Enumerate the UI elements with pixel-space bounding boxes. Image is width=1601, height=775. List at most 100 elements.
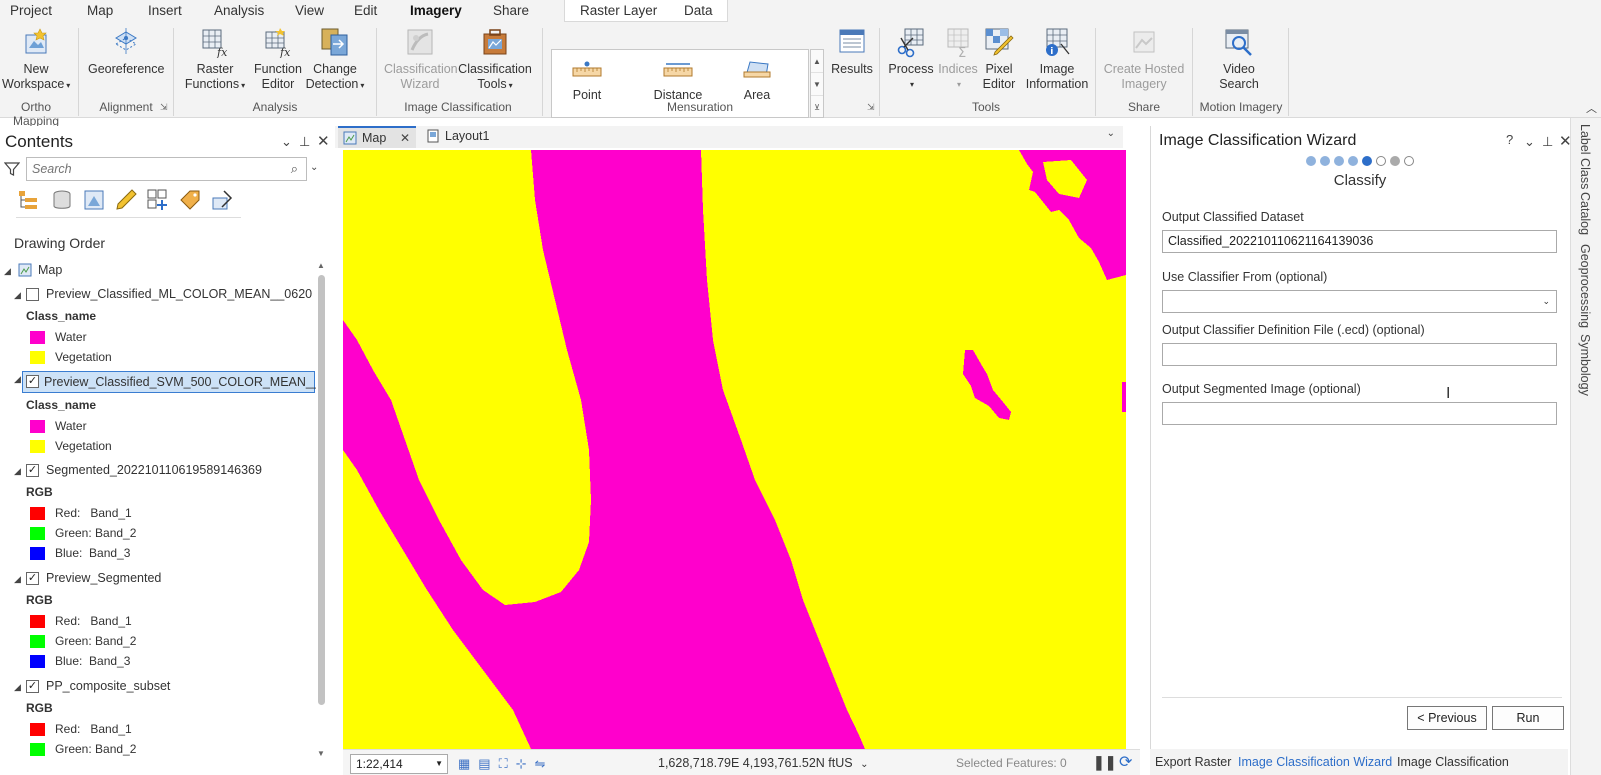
area-button[interactable]: Area: [732, 60, 782, 102]
menu-raster-layer[interactable]: Raster Layer: [580, 3, 657, 18]
scroll-up-icon[interactable]: ▲: [317, 261, 325, 270]
step-dot-complete[interactable]: [1334, 156, 1344, 166]
collapse-triangle-icon[interactable]: ◢: [14, 570, 21, 588]
previous-button[interactable]: < Previous: [1407, 706, 1487, 730]
layer-visibility-checkbox[interactable]: ✓: [26, 464, 39, 477]
rail-symbology[interactable]: Symbology: [1578, 334, 1592, 396]
pane-menu-chevron-icon[interactable]: ⌄: [1524, 134, 1535, 150]
list-by-snapping-icon[interactable]: [146, 188, 170, 212]
refresh-icon[interactable]: ⟳: [1119, 752, 1132, 772]
raster-functions-button[interactable]: fx Raster Functions ▾: [182, 26, 248, 93]
scroll-down-icon[interactable]: ▼: [317, 749, 325, 758]
new-workspace-button[interactable]: New Workspace ▾: [2, 26, 70, 93]
tab-layout[interactable]: Layout1: [421, 126, 511, 148]
collapse-triangle-icon[interactable]: ◢: [4, 262, 11, 280]
step-dot-current[interactable]: [1362, 156, 1372, 166]
toc-map-row[interactable]: ◢ Map: [0, 261, 300, 281]
help-icon[interactable]: ?: [1506, 132, 1513, 147]
gallery-scroller[interactable]: ▲ ▼ ⊻: [810, 49, 824, 118]
collapse-ribbon-icon[interactable]: ︿: [1586, 100, 1597, 116]
pixel-editor-button[interactable]: Pixel Editor: [978, 26, 1020, 92]
layer-visibility-checkbox[interactable]: ✓: [26, 572, 39, 585]
toc-layer-row[interactable]: ◢ ✓ Segmented_20221011061958914636​9: [0, 461, 312, 481]
classifier-from-select[interactable]: ⌄: [1162, 290, 1557, 313]
rail-catalog[interactable]: Catalog: [1578, 192, 1592, 235]
output-dataset-field[interactable]: Classified_20221011062116413903​6: [1162, 230, 1557, 253]
contents-scrollbar[interactable]: ▲ ▼: [315, 261, 329, 761]
collapse-triangle-icon[interactable]: ◢: [14, 286, 21, 304]
menu-analysis[interactable]: Analysis: [214, 3, 264, 18]
gallery-up-icon[interactable]: ▲: [811, 50, 823, 73]
dialog-launcher-icon[interactable]: ⇲: [867, 102, 875, 113]
coordinate-format-chevron-icon[interactable]: ⌄: [860, 759, 868, 770]
distance-button[interactable]: Distance: [648, 60, 708, 102]
layer-visibility-checkbox[interactable]: ✓: [26, 680, 39, 693]
list-by-perspective-imagery-icon[interactable]: [210, 188, 234, 212]
list-by-selection-icon[interactable]: [82, 188, 106, 212]
tab-map[interactable]: Map ✕: [338, 126, 416, 148]
menu-insert[interactable]: Insert: [148, 3, 182, 18]
tab-export-raster[interactable]: Export Raster: [1155, 755, 1231, 769]
tab-image-classification[interactable]: Image Classification: [1397, 755, 1509, 769]
tab-image-classification-wizard[interactable]: Image Classification Wizard: [1238, 755, 1392, 769]
menu-share[interactable]: Share: [493, 3, 529, 18]
toc-layer-row[interactable]: ◢ ✓ Preview_Segmented: [0, 569, 312, 589]
gallery-more-icon[interactable]: ⊻: [811, 96, 823, 119]
function-editor-button[interactable]: fx Function Editor: [250, 26, 306, 92]
scrollbar-thumb[interactable]: [318, 275, 325, 705]
step-dot-complete[interactable]: [1306, 156, 1316, 166]
search-input[interactable]: [27, 158, 267, 180]
rail-geoprocessing[interactable]: Geoprocessing: [1578, 244, 1592, 328]
run-button[interactable]: Run: [1492, 706, 1564, 730]
image-information-button[interactable]: i Image Information: [1022, 26, 1092, 92]
filter-icon[interactable]: [4, 161, 20, 177]
menu-project[interactable]: Project: [10, 3, 52, 18]
ecd-file-field[interactable]: [1162, 343, 1557, 366]
georeference-button[interactable]: Georeference: [88, 26, 164, 77]
list-by-data-source-icon[interactable]: [50, 188, 74, 212]
toc-layer-row[interactable]: ◢ Preview_Classified_ML_COLOR_MEAN__0620: [0, 285, 312, 305]
pane-menu-chevron-icon[interactable]: ⌄: [281, 134, 292, 150]
results-button[interactable]: Results: [828, 26, 876, 77]
segmented-image-field[interactable]: [1162, 402, 1557, 425]
rail-label-class[interactable]: Label Class: [1578, 124, 1592, 189]
point-button[interactable]: Point: [562, 60, 612, 102]
selected-features-count[interactable]: Selected Features: 0: [956, 756, 1067, 770]
menu-map[interactable]: Map: [87, 3, 113, 18]
process-button[interactable]: Process ▾: [886, 26, 936, 92]
create-hosted-imagery-button[interactable]: Create Hosted Imagery: [1103, 26, 1185, 92]
layer-visibility-checkbox[interactable]: [26, 288, 39, 301]
menu-view[interactable]: View: [295, 3, 324, 18]
map-view[interactable]: [343, 150, 1126, 749]
dialog-launcher-icon[interactable]: ⇲: [160, 102, 168, 113]
layer-visibility-checkbox[interactable]: ✓: [26, 375, 39, 388]
collapse-triangle-icon[interactable]: ◢: [14, 374, 21, 385]
indices-button[interactable]: Σ Indices ▾: [934, 26, 982, 92]
menu-data[interactable]: Data: [684, 3, 713, 18]
step-dot-complete[interactable]: [1320, 156, 1330, 166]
pause-drawing-icon[interactable]: ❚❚: [1093, 754, 1116, 771]
classification-tools-button[interactable]: Classification Tools ▾: [458, 26, 532, 93]
list-by-drawing-order-icon[interactable]: [16, 188, 40, 212]
search-icon[interactable]: ⌕: [291, 161, 298, 177]
toc-layer-row[interactable]: ◢ ✓ PP_composite_subset: [0, 677, 312, 697]
menu-imagery[interactable]: Imagery: [408, 3, 464, 25]
collapse-triangle-icon[interactable]: ◢: [14, 678, 21, 696]
close-icon[interactable]: ✕: [317, 132, 330, 150]
video-search-button[interactable]: Video Search: [1205, 26, 1273, 92]
tab-list-chevron-icon[interactable]: ⌄: [1107, 128, 1115, 139]
collapse-triangle-icon[interactable]: ◢: [14, 462, 21, 480]
change-detection-button[interactable]: Change Detection ▾: [302, 26, 368, 93]
navigation-tool-icons[interactable]: ▦▤⛶⊹⇋: [458, 756, 553, 772]
list-by-labeling-icon[interactable]: [178, 188, 202, 212]
pin-icon[interactable]: ⊥: [1542, 134, 1553, 150]
pin-icon[interactable]: ⊥: [299, 134, 310, 150]
gallery-down-icon[interactable]: ▼: [811, 73, 823, 96]
close-tab-icon[interactable]: ✕: [400, 128, 410, 148]
search-options-chevron-icon[interactable]: ⌄: [310, 162, 318, 173]
classification-wizard-button[interactable]: Classification Wizard: [384, 26, 458, 92]
menu-edit[interactable]: Edit: [354, 3, 377, 18]
list-by-editing-icon[interactable]: [114, 188, 138, 212]
scale-selector[interactable]: 1:22,414 ▼: [350, 754, 448, 774]
toc-layer-row-selected[interactable]: ✓ Preview_Classified_SVM_500_COLOR_MEAN_…: [22, 371, 316, 393]
